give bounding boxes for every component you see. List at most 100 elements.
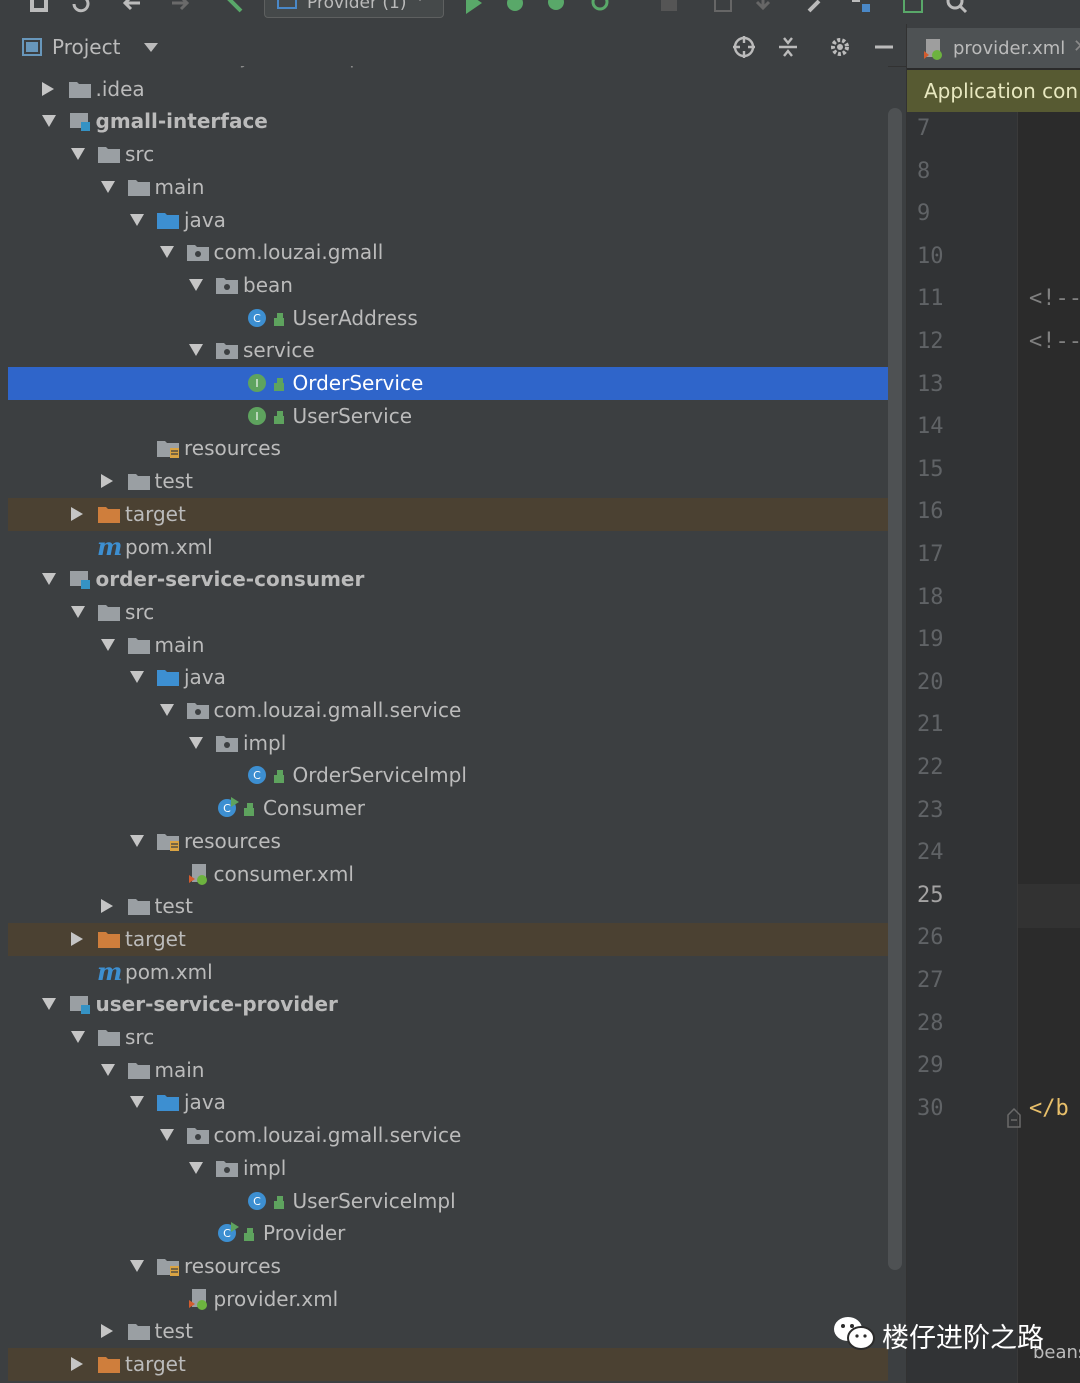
tree-node-test[interactable]: test (8, 465, 888, 498)
build-icon[interactable] (222, 0, 244, 14)
expand-arrow-right-icon[interactable] (100, 899, 113, 914)
tree-node-service[interactable]: service (8, 334, 888, 367)
expand-arrow-down-icon[interactable] (159, 704, 174, 716)
hide-panel-icon[interactable] (872, 35, 896, 59)
vertical-scrollbar[interactable] (888, 108, 902, 1270)
expand-arrow-down-icon[interactable] (189, 736, 203, 749)
tree-node-userserviceimpl[interactable]: C UserServiceImpl (8, 1185, 888, 1218)
download-icon[interactable] (752, 0, 774, 14)
tree-node--idea[interactable]: .idea (8, 73, 888, 106)
expand-arrow-down-icon[interactable] (189, 1161, 203, 1174)
close-icon[interactable]: ✕ (1073, 36, 1080, 57)
project-structure-icon[interactable] (850, 0, 872, 14)
tree-node-java[interactable]: java (8, 661, 888, 694)
tree-node-orderserviceimpl[interactable]: C OrderServiceImpl (8, 759, 888, 792)
expand-arrow-down-icon[interactable] (130, 834, 144, 847)
tree-node-user-service-provider[interactable]: user-service-provider (8, 988, 888, 1021)
tree-node-consumer[interactable]: C Consumer (8, 792, 888, 825)
watermark-text: 楼仔进阶之路 (882, 1323, 1044, 1354)
tree-node-impl[interactable]: impl (8, 727, 888, 760)
stop-icon[interactable] (658, 0, 680, 14)
expand-arrow-down-icon[interactable] (41, 115, 56, 128)
tree-node-impl[interactable]: impl (8, 1152, 888, 1185)
attach-icon[interactable] (712, 0, 734, 14)
editor-tab-provider-xml[interactable]: provider.xml ✕ (907, 28, 1080, 68)
tree-node-main[interactable]: main (8, 629, 888, 662)
run-icon[interactable] (462, 0, 484, 14)
project-view-selector[interactable]: Project (52, 35, 120, 59)
tree-node-resources[interactable]: resources (8, 1250, 888, 1283)
expand-arrow-down-icon[interactable] (159, 1129, 174, 1142)
save-icon[interactable] (28, 0, 50, 14)
tree-node-target[interactable]: target (8, 497, 888, 531)
tree-node-target[interactable]: target (8, 1348, 888, 1381)
fold-marker-icon[interactable] (1007, 1108, 1021, 1128)
expand-arrow-down-icon[interactable] (71, 605, 85, 618)
tree-node-com-louzai-gmall[interactable]: com.louzai.gmall (8, 236, 888, 269)
tree-node-resources[interactable]: resources (8, 432, 888, 465)
expand-arrow-right-icon[interactable] (71, 1357, 83, 1371)
expand-arrow-right-icon[interactable] (71, 506, 83, 521)
expand-arrow-down-icon[interactable] (41, 573, 56, 586)
expand-arrow-down-icon[interactable] (130, 213, 144, 226)
expand-arrow-down-icon[interactable] (100, 180, 115, 193)
tree-node-bean[interactable]: bean (8, 269, 888, 302)
expand-arrow-right-icon[interactable] (71, 931, 83, 946)
debug-icon[interactable] (504, 0, 526, 14)
tree-node-useraddress[interactable]: C UserAddress (8, 302, 888, 335)
tree-node-resources[interactable]: resources (8, 825, 888, 858)
locate-file-icon[interactable] (732, 35, 756, 59)
expand-arrow-down-icon[interactable] (71, 148, 85, 161)
coverage-icon[interactable] (546, 0, 568, 14)
project-path: ~/java-workspace/dubbo-demo (218, 66, 532, 68)
expand-arrow-down-icon[interactable] (130, 1259, 144, 1272)
expand-arrow-down-icon[interactable] (100, 638, 115, 651)
expand-arrow-down-icon[interactable] (130, 1096, 144, 1109)
expand-arrow-down-icon[interactable] (189, 344, 203, 357)
tree-node-orderservice[interactable]: I OrderService (8, 367, 888, 400)
tree-node-src[interactable]: src (8, 1021, 888, 1054)
tree-node-pom-xml[interactable]: m pom.xml (8, 531, 888, 564)
expand-arrow-down-icon[interactable] (130, 671, 144, 684)
tree-node-label: OrderService (292, 371, 424, 395)
expand-arrow-down-icon[interactable] (189, 278, 203, 291)
expand-arrow-down-icon[interactable] (159, 246, 174, 259)
forward-icon[interactable] (168, 0, 190, 14)
tree-node-gmall-interface[interactable]: gmall-interface (8, 105, 888, 138)
tree-node-main[interactable]: main (8, 1054, 888, 1087)
tree-node-order-service-consumer[interactable]: order-service-consumer (8, 563, 888, 596)
tree-node-test[interactable]: test (8, 1315, 888, 1348)
sync-icon[interactable] (70, 0, 92, 14)
expand-arrow-right-icon[interactable] (41, 81, 54, 96)
expand-arrow-right-icon[interactable] (100, 474, 113, 489)
tree-node-java[interactable]: java (8, 1086, 888, 1119)
gear-icon[interactable] (828, 35, 852, 59)
tree-node-src[interactable]: src (8, 138, 888, 171)
back-icon[interactable] (122, 0, 144, 14)
svg-text:C: C (253, 769, 261, 782)
expand-arrow-down-icon[interactable] (41, 998, 56, 1011)
search-icon[interactable] (946, 0, 968, 14)
tree-node-pom-xml[interactable]: m pom.xml (8, 956, 888, 989)
expand-arrow-down-icon[interactable] (100, 1063, 115, 1076)
run-configuration-select[interactable]: Provider (1) (264, 0, 444, 18)
chevron-down-icon[interactable] (144, 43, 158, 52)
collapse-all-icon[interactable] (776, 35, 800, 59)
settings-wrench-icon[interactable] (806, 0, 828, 14)
tree-node-com-louzai-gmall-service[interactable]: com.louzai.gmall.service (8, 1119, 888, 1152)
tree-node-com-louzai-gmall-service[interactable]: com.louzai.gmall.service (8, 694, 888, 727)
tree-node-userservice[interactable]: I UserService (8, 400, 888, 433)
tree-node-target[interactable]: target (8, 922, 888, 956)
expand-arrow-right-icon[interactable] (100, 1324, 113, 1339)
expand-arrow-down-icon[interactable] (71, 1031, 85, 1043)
tree-node-src[interactable]: src (8, 596, 888, 629)
tree-node-java[interactable]: java (8, 204, 888, 237)
tree-node-main[interactable]: main (8, 171, 888, 204)
run-anything-icon[interactable] (902, 0, 924, 14)
tree-node-provider-xml[interactable]: provider.xml (8, 1283, 888, 1316)
tree-node-test[interactable]: test (8, 890, 888, 923)
profile-icon[interactable] (590, 0, 612, 14)
tree-node-provider[interactable]: C Provider (8, 1217, 888, 1250)
application-context-banner[interactable]: Application con (907, 70, 1080, 112)
tree-node-consumer-xml[interactable]: consumer.xml (8, 858, 888, 891)
